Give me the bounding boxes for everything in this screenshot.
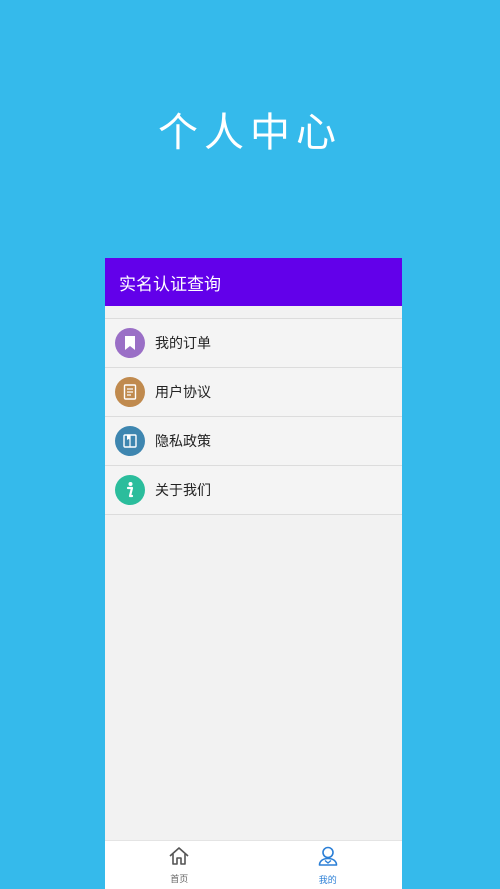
tab-home[interactable]: 首页 [105, 841, 254, 889]
app-bar: 实名认证查询 [105, 258, 402, 306]
menu-item-orders[interactable]: 我的订单 [105, 319, 402, 368]
page-title: 个人中心 [158, 110, 342, 156]
menu-item-label: 用户协议 [155, 385, 211, 401]
menu-item-label: 关于我们 [155, 483, 211, 499]
home-icon [168, 846, 190, 870]
menu-item-about-us[interactable]: 关于我们 [105, 466, 402, 515]
menu-item-label: 隐私政策 [155, 434, 211, 450]
bottom-tab-bar: 首页 我的 [105, 840, 402, 889]
menu-item-privacy-policy[interactable]: 隐私政策 [105, 417, 402, 466]
menu-item-label: 我的订单 [155, 336, 211, 352]
menu-list: 我的订单 用户协议 隐私政策 关于我们 [105, 318, 402, 515]
book-icon [115, 426, 145, 456]
bookmark-icon [115, 328, 145, 358]
user-icon [317, 845, 339, 871]
menu-item-user-agreement[interactable]: 用户协议 [105, 368, 402, 417]
tab-home-label: 首页 [170, 874, 189, 885]
app-screen: 实名认证查询 我的订单 用户协议 隐私政策 关于我们 首页 我的 [105, 258, 402, 889]
document-icon [115, 377, 145, 407]
info-icon [115, 475, 145, 505]
tab-mine[interactable]: 我的 [254, 841, 403, 889]
tab-mine-label: 我的 [318, 875, 337, 886]
app-bar-title: 实名认证查询 [119, 274, 221, 295]
